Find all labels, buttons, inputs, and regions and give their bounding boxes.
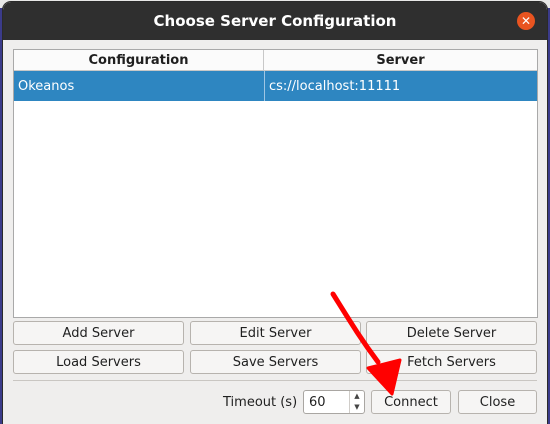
timeout-label: Timeout (s) bbox=[223, 395, 298, 410]
close-icon[interactable]: ✕ bbox=[517, 12, 535, 30]
arrow-down-icon[interactable]: ▼ bbox=[350, 402, 364, 413]
edit-server-button[interactable]: Edit Server bbox=[190, 321, 361, 345]
timeout-spinbox[interactable]: 60 ▲ ▼ bbox=[303, 390, 365, 414]
save-servers-button[interactable]: Save Servers bbox=[190, 350, 361, 374]
close-button[interactable]: Close bbox=[458, 390, 537, 414]
column-header-configuration[interactable]: Configuration bbox=[14, 50, 264, 70]
arrow-up-icon[interactable]: ▲ bbox=[350, 391, 364, 402]
connect-button[interactable]: Connect bbox=[371, 390, 451, 414]
timeout-value[interactable]: 60 bbox=[304, 395, 349, 410]
table-header: Configuration Server bbox=[14, 50, 537, 71]
server-configuration-table: Configuration Server Okeanos cs://localh… bbox=[13, 49, 538, 318]
column-header-server[interactable]: Server bbox=[264, 50, 537, 70]
load-servers-button[interactable]: Load Servers bbox=[13, 350, 184, 374]
fetch-servers-button[interactable]: Fetch Servers bbox=[366, 350, 537, 374]
add-server-button[interactable]: Add Server bbox=[13, 321, 184, 345]
dialog-title: Choose Server Configuration bbox=[153, 12, 397, 30]
table-row[interactable]: Okeanos cs://localhost:11111 bbox=[14, 71, 537, 101]
delete-server-button[interactable]: Delete Server bbox=[366, 321, 537, 345]
cell-configuration: Okeanos bbox=[14, 71, 265, 101]
divider bbox=[13, 380, 537, 381]
choose-server-dialog: Choose Server Configuration ✕ Configurat… bbox=[3, 2, 547, 424]
cell-server: cs://localhost:11111 bbox=[269, 78, 401, 94]
spin-arrows: ▲ ▼ bbox=[349, 391, 364, 413]
title-bar: Choose Server Configuration ✕ bbox=[3, 2, 547, 40]
